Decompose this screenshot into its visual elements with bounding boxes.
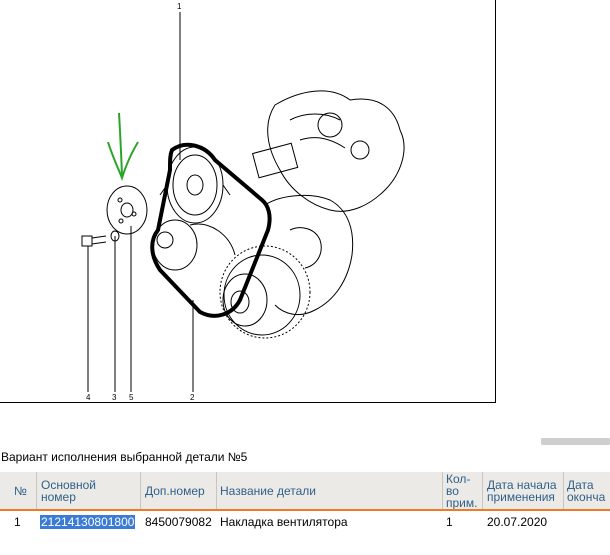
header-part-name[interactable]: Название детали (220, 472, 440, 509)
row-main-number[interactable]: 21214130801800 (40, 515, 136, 529)
header-extra-number-label: Доп.номер (145, 483, 205, 498)
header-end-date[interactable]: Дата оконча (567, 472, 610, 509)
header-qty-line1: Кол- (446, 471, 471, 486)
scrollbar-thumb[interactable] (541, 438, 610, 445)
horizontal-scrollbar[interactable] (0, 437, 610, 447)
column-divider (216, 472, 217, 509)
header-qty[interactable]: Кол- во прим. (446, 472, 482, 509)
header-end-line2: оконча (567, 489, 606, 504)
header-part-name-label: Название детали (220, 483, 316, 498)
green-arrow-annotation (107, 112, 139, 181)
header-main-number-line2: номер (41, 489, 76, 504)
row-start-date: 20.07.2020 (487, 515, 548, 529)
callout-3: 3 (112, 393, 117, 402)
parts-diagram: 1 2 3 4 5 (0, 0, 496, 403)
row-extra-number: 8450079082 (145, 515, 212, 529)
section-title: Вариант исполнения выбранной детали №5 (1, 450, 248, 464)
row-part-name: Накладка вентилятора (220, 515, 348, 529)
column-divider (140, 472, 141, 509)
header-start-date[interactable]: Дата начала применения (487, 472, 562, 509)
column-divider (563, 472, 564, 509)
table-header: № Основной номер Доп.номер Название дета… (0, 472, 610, 509)
header-num[interactable]: № (14, 472, 34, 509)
column-divider (36, 472, 37, 509)
header-main-number[interactable]: Основной номер (41, 472, 136, 509)
column-divider (482, 472, 483, 509)
row-qty: 1 (446, 515, 453, 529)
header-main-number-line1: Основной (41, 477, 97, 492)
callout-4: 4 (86, 393, 91, 402)
table-row[interactable]: 1 21214130801800 8450079082 Накладка вен… (0, 512, 610, 532)
header-start-line2: применения (487, 489, 555, 504)
callout-5: 5 (129, 393, 134, 402)
header-qty-line2: во (446, 483, 459, 498)
row-num: 1 (14, 515, 21, 529)
engine-drawing (81, 12, 405, 392)
header-start-line1: Дата начала (487, 477, 557, 492)
column-divider (442, 472, 443, 509)
callout-1: 1 (177, 2, 182, 11)
header-extra-number[interactable]: Доп.номер (145, 472, 215, 509)
header-qty-line3: прим. (446, 495, 478, 510)
header-accent-line (0, 509, 610, 511)
header-end-line1: Дата (567, 477, 594, 492)
header-num-label: № (14, 483, 27, 498)
callout-2: 2 (190, 393, 195, 402)
